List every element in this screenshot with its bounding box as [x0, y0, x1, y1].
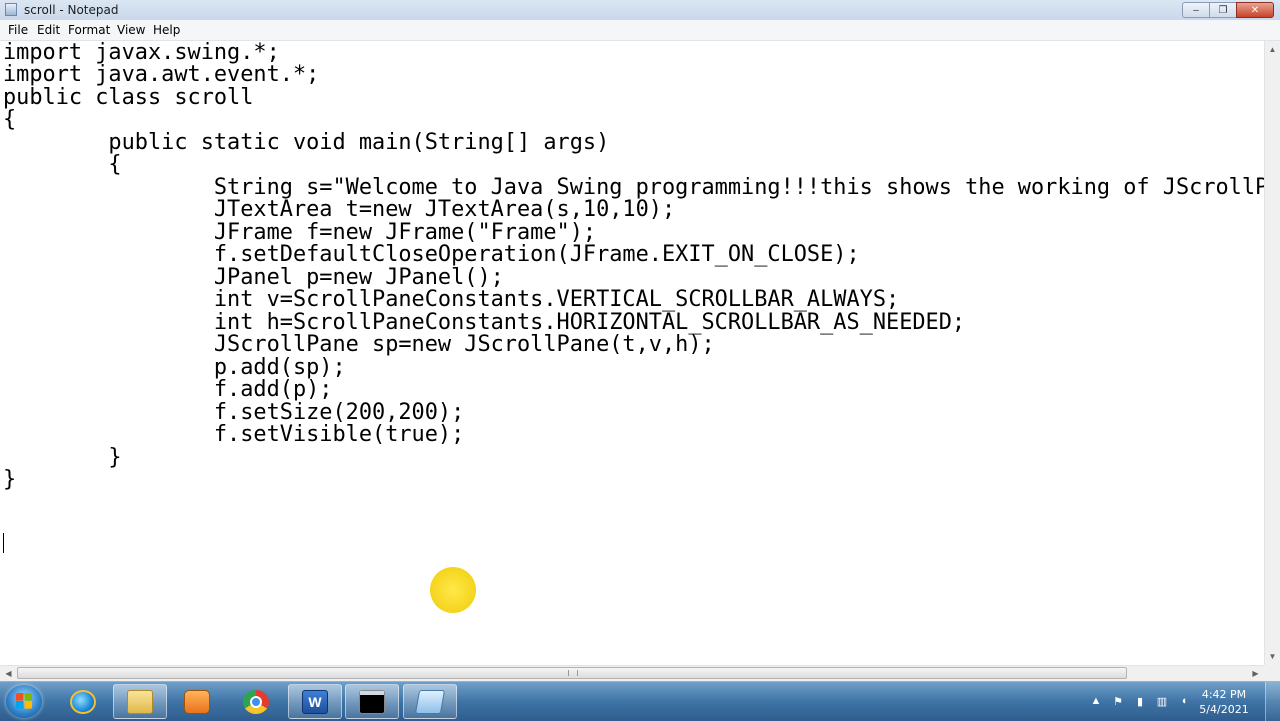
code-line: String s="Welcome to Java Swing programm… [3, 175, 1264, 200]
menu-file[interactable]: File [8, 23, 28, 37]
notepad-app-icon[interactable] [5, 3, 17, 16]
code-line: f.add(p); [3, 377, 333, 402]
code-line: JTextArea t=new JTextArea(s,10,10); [3, 197, 676, 222]
code-line: } [3, 445, 122, 470]
taskbar: W ▲ ⚑ ▮ ▥ ◖ 4:42 PM 5/4/2021 [0, 681, 1280, 721]
show-hidden-icons-icon[interactable]: ▲ [1090, 695, 1102, 707]
code-line: } [3, 467, 17, 492]
menu-help[interactable]: Help [153, 23, 180, 37]
code-line: { [3, 152, 122, 177]
clock[interactable]: 4:42 PM 5/4/2021 [1194, 687, 1254, 717]
scroll-left-icon[interactable]: ◀ [0, 666, 17, 681]
grip-icon [568, 670, 578, 676]
scroll-down-icon[interactable]: ▼ [1265, 648, 1280, 665]
menu-edit[interactable]: Edit [37, 23, 60, 37]
media-player-icon [184, 689, 210, 714]
vertical-scrollbar[interactable]: ▲ ▼ [1264, 41, 1280, 665]
scroll-right-icon[interactable]: ▶ [1247, 666, 1264, 681]
taskbar-notepad[interactable] [403, 684, 457, 719]
horizontal-scroll-thumb[interactable] [17, 667, 1127, 679]
maximize-button[interactable]: ❐ [1209, 2, 1237, 18]
code-line: import java.awt.event.*; [3, 62, 320, 87]
mouse-cursor-highlight [430, 567, 476, 613]
action-center-icon[interactable]: ⚑ [1112, 695, 1124, 708]
clock-time: 4:42 PM [1201, 688, 1247, 701]
code-line: f.setVisible(true); [3, 422, 465, 447]
internet-explorer-icon [70, 689, 96, 714]
menu-format[interactable]: Format [68, 23, 110, 37]
horizontal-scrollbar[interactable]: ◀ ▶ [0, 665, 1264, 681]
code-line: import javax.swing.*; [3, 41, 280, 65]
taskbar-word[interactable]: W [288, 684, 342, 719]
word-icon: W [302, 689, 328, 714]
code-line: JScrollPane sp=new JScrollPane(t,v,h); [3, 332, 715, 357]
code-line: JFrame f=new JFrame("Frame"); [3, 220, 597, 245]
code-line: int v=ScrollPaneConstants.VERTICAL_SCROL… [3, 287, 900, 312]
clock-date: 5/4/2021 [1199, 703, 1249, 716]
code-line: int h=ScrollPaneConstants.HORIZONTAL_SCR… [3, 310, 966, 335]
show-desktop-button[interactable] [1265, 682, 1280, 721]
volume-icon[interactable]: ◖ [1178, 695, 1190, 707]
battery-icon[interactable]: ▮ [1134, 695, 1146, 708]
code-line: p.add(sp); [3, 355, 346, 380]
menu-bar: File Edit Format View Help [0, 20, 1280, 41]
taskbar-internet-explorer[interactable] [56, 684, 110, 719]
system-tray: ▲ ⚑ ▮ ▥ ◖ 4:42 PM 5/4/2021 [1080, 682, 1280, 721]
minimize-button[interactable]: – [1182, 2, 1210, 18]
code-line: { [3, 107, 17, 132]
code-line: f.setSize(200,200); [3, 400, 465, 425]
title-bar: scroll - Notepad – ❐ ✕ [0, 0, 1280, 21]
code-line: public static void main(String[] args) [3, 130, 610, 155]
notepad-icon [414, 689, 446, 714]
text-editor[interactable]: import javax.swing.*; import java.awt.ev… [0, 41, 1264, 665]
menu-view[interactable]: View [117, 23, 145, 37]
window-title: scroll - Notepad [24, 3, 119, 17]
taskbar-windows-explorer[interactable] [113, 684, 167, 719]
windows-logo-icon [16, 693, 32, 709]
close-button[interactable]: ✕ [1236, 2, 1274, 18]
scroll-up-icon[interactable]: ▲ [1265, 41, 1280, 58]
text-caret [3, 533, 4, 553]
code-line: JPanel p=new JPanel(); [3, 265, 504, 290]
start-button[interactable] [6, 685, 42, 718]
taskbar-media-player[interactable] [170, 684, 224, 719]
window-controls: – ❐ ✕ [1182, 2, 1274, 18]
folder-icon [127, 689, 153, 714]
command-prompt-icon [359, 689, 385, 714]
network-icon[interactable]: ▥ [1156, 695, 1168, 708]
code-line: public class scroll [3, 85, 254, 110]
taskbar-command-prompt[interactable] [345, 684, 399, 719]
code-line: f.setDefaultCloseOperation(JFrame.EXIT_O… [3, 242, 860, 267]
taskbar-chrome[interactable] [229, 684, 283, 719]
size-grip[interactable] [1264, 665, 1280, 681]
chrome-icon [243, 689, 269, 714]
